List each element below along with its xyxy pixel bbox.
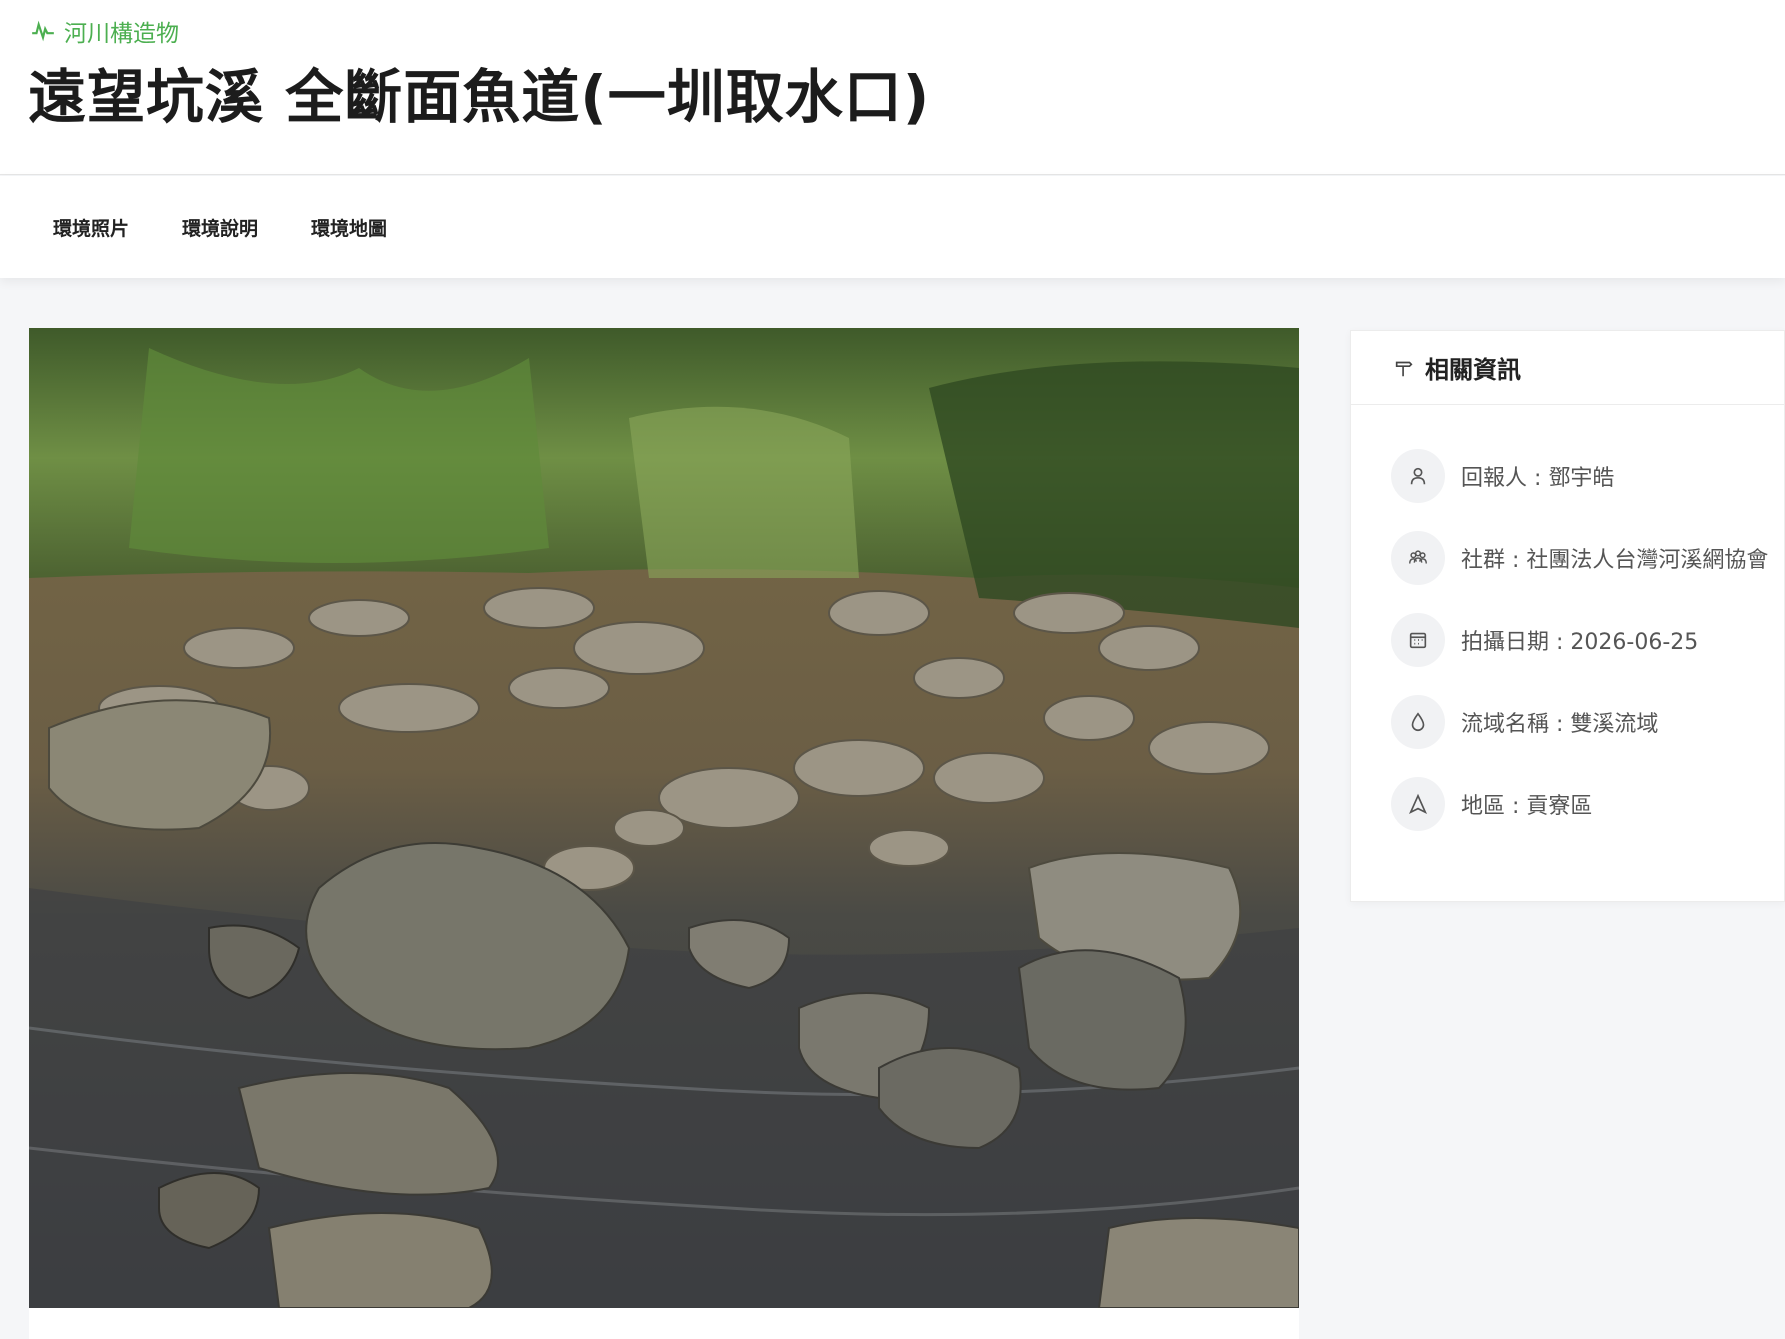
group-icon — [1391, 531, 1445, 585]
community-text: 社群 : 社團法人台灣河溪網協會 — [1461, 548, 1769, 573]
info-watershed: 流域名稱 : 雙溪流域 — [1391, 695, 1658, 749]
tab-description[interactable]: 環境說明 — [182, 214, 258, 241]
info-region: 地區 : 貢寮區 — [1391, 777, 1592, 831]
user-icon — [1391, 449, 1445, 503]
reporter-text: 回報人 : 鄧宇皓 — [1461, 466, 1615, 491]
page-header: 河川構造物 遠望坑溪 全斷面魚道(一圳取水口) — [0, 0, 1785, 175]
related-info-title: 相關資訊 — [1425, 356, 1521, 384]
pulse-icon — [32, 20, 54, 42]
tab-bar: 環境照片 環境說明 環境地圖 — [0, 176, 1785, 278]
category-label[interactable]: 河川構造物 — [30, 14, 179, 48]
signpost-icon — [1395, 361, 1413, 376]
photo-panel — [29, 328, 1299, 1339]
info-date: 拍攝日期 : 2026-06-25 — [1391, 613, 1698, 667]
date-text: 拍攝日期 : 2026-06-25 — [1461, 630, 1699, 655]
environment-photo[interactable] — [29, 328, 1299, 1308]
stream-photo-image — [29, 328, 1299, 1308]
watershed-text: 流域名稱 : 雙溪流域 — [1461, 712, 1659, 737]
calendar-icon — [1391, 613, 1445, 667]
category-text: 河川構造物 — [64, 21, 179, 47]
related-info-card: 相關資訊 回報人 : 鄧宇皓 社群 : 社團法人台灣河溪網協會 拍攝日期: 2… — [1350, 330, 1785, 902]
page-title: 遠望坑溪 全斷面魚道(一圳取水口) — [28, 63, 931, 131]
tab-map[interactable]: 環境地圖 — [311, 214, 387, 241]
related-info-header: 相關資訊 — [1351, 331, 1784, 405]
info-reporter: 回報人 : 鄧宇皓 — [1391, 449, 1614, 503]
region-text: 地區 : 貢寮區 — [1461, 794, 1593, 819]
water-drop-icon — [1391, 695, 1445, 749]
info-community: 社群 : 社團法人台灣河溪網協會 — [1391, 531, 1768, 585]
location-icon — [1391, 777, 1445, 831]
tab-photos[interactable]: 環境照片 — [53, 214, 129, 241]
